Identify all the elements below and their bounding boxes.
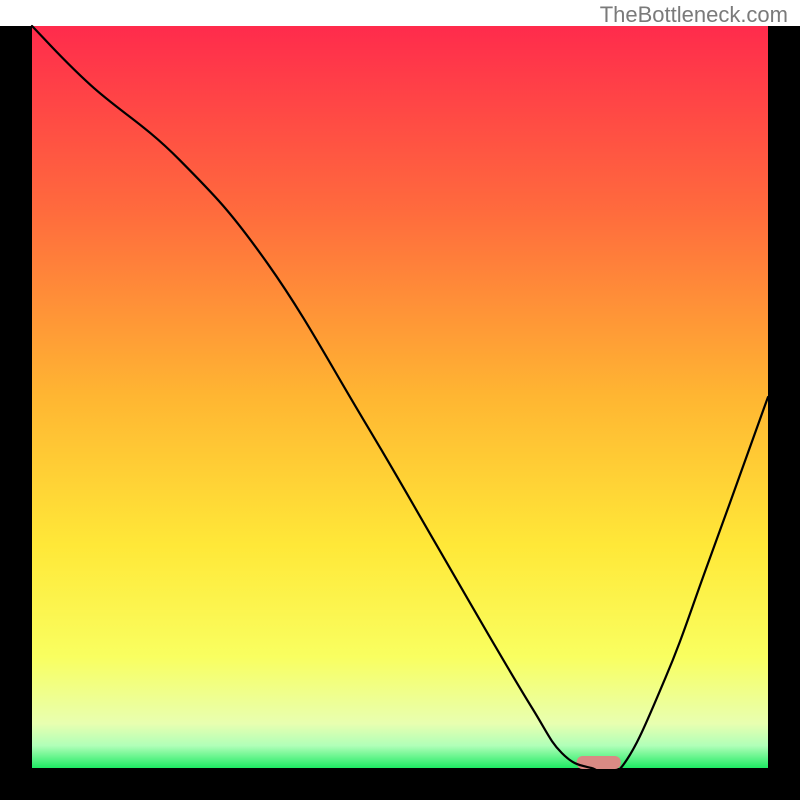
bottleneck-chart	[0, 0, 800, 800]
chart-plot-area	[32, 26, 768, 768]
watermark-text: TheBottleneck.com	[600, 2, 788, 28]
